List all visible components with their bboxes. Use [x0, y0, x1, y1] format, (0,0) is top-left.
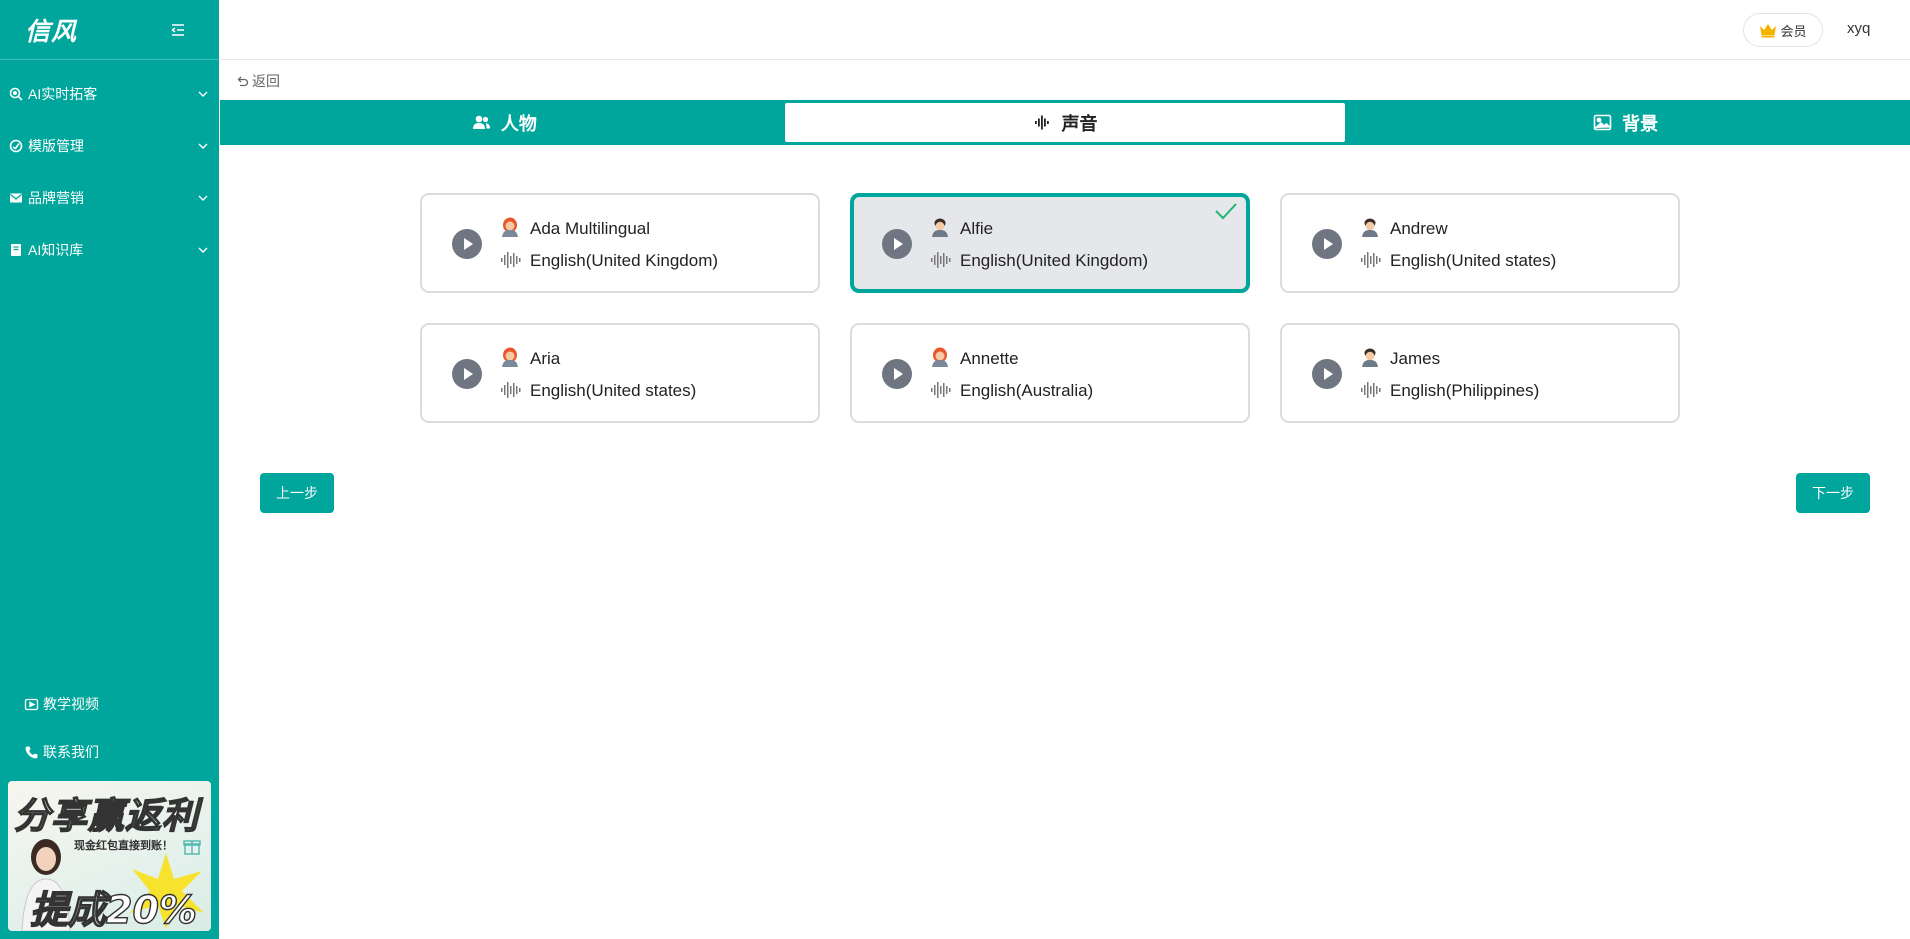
- username[interactable]: xyq: [1847, 20, 1870, 37]
- voice-name: Aria: [530, 349, 561, 368]
- promo-banner[interactable]: 分享赢返利 现金红包直接到账！ 提成20%: [8, 781, 211, 931]
- chevron-down-icon: [198, 143, 208, 149]
- tab-label: 人物: [500, 113, 537, 134]
- tab-character[interactable]: 人物: [224, 103, 785, 142]
- menu-item-ai-prospecting[interactable]: AI实时拓客: [0, 68, 219, 120]
- book-icon: [11, 244, 21, 256]
- next-step-button[interactable]: 下一步: [1796, 473, 1870, 513]
- menu-label: AI知识库: [28, 242, 84, 258]
- vip-membership-button[interactable]: 会员: [1743, 13, 1823, 47]
- voice-card-annette[interactable]: Annette English(Australia): [850, 323, 1250, 423]
- tab-label: 背景: [1622, 113, 1659, 134]
- waveform-icon: [1034, 115, 1049, 130]
- voice-language: English(United states): [530, 381, 697, 400]
- voice-language: English(Philippines): [1390, 381, 1540, 400]
- female-avatar-icon: [502, 347, 518, 367]
- voice-card-ada-multilingual[interactable]: Ada Multilingual English(United Kingdom): [420, 193, 820, 293]
- male-avatar-icon: [1362, 348, 1378, 367]
- logo-row: 信风: [0, 0, 219, 60]
- play-button[interactable]: [882, 359, 912, 389]
- chevron-down-icon: [198, 247, 208, 253]
- play-button[interactable]: [452, 229, 482, 259]
- back-link[interactable]: 返回: [236, 71, 280, 91]
- voice-card-alfie[interactable]: Alfie English(United Kingdom): [850, 193, 1250, 293]
- chevron-down-icon: [198, 91, 208, 97]
- tab-label: 声音: [1061, 113, 1098, 134]
- step-tabs: 人物 声音 背景: [220, 100, 1910, 145]
- video-icon: [24, 698, 39, 710]
- voice-language: English(United states): [1390, 251, 1557, 270]
- sidebar: 信风 AI实时拓客 模版管理 品牌营销 AI知识库 教学视频 联系我们 分享赢返…: [0, 0, 219, 939]
- image-icon: [1593, 114, 1612, 131]
- audio-wave-icon: [931, 252, 951, 268]
- voice-name: James: [1390, 349, 1441, 368]
- search-target-icon: [9, 87, 23, 101]
- menu-item-template-management[interactable]: 模版管理: [0, 120, 219, 172]
- chevron-down-icon: [198, 195, 208, 201]
- menu-label: 模版管理: [28, 138, 84, 154]
- play-button[interactable]: [882, 229, 912, 259]
- female-avatar-icon: [932, 347, 948, 367]
- audio-wave-icon: [1361, 382, 1381, 398]
- voice-card-aria[interactable]: Aria English(United states): [420, 323, 820, 423]
- menu-label: 品牌营销: [28, 190, 84, 206]
- voice-name: Ada Multilingual: [530, 219, 651, 238]
- contact-us-label: 联系我们: [43, 744, 99, 760]
- play-button[interactable]: [1312, 229, 1342, 259]
- checkmark-icon: [1215, 203, 1237, 220]
- voice-card-andrew[interactable]: Andrew English(United states): [1280, 193, 1680, 293]
- tutorial-video-label: 教学视频: [43, 696, 99, 712]
- audio-wave-icon: [501, 382, 521, 398]
- female-avatar-icon: [502, 217, 518, 237]
- undo-icon: [237, 76, 249, 86]
- top-header: 会员 xyq: [219, 0, 1910, 60]
- voice-name: Annette: [960, 349, 1019, 368]
- tutorial-video-link[interactable]: 教学视频: [0, 680, 219, 728]
- prev-step-button[interactable]: 上一步: [260, 473, 334, 513]
- sidebar-bottom-links: 教学视频 联系我们: [0, 680, 219, 776]
- menu-label: AI实时拓客: [28, 86, 98, 102]
- audio-wave-icon: [501, 252, 521, 268]
- mail-icon: [10, 193, 22, 203]
- menu-item-brand-marketing[interactable]: 品牌营销: [0, 172, 219, 224]
- contact-us-link[interactable]: 联系我们: [0, 728, 219, 776]
- tab-background[interactable]: 背景: [1345, 103, 1906, 142]
- voice-name: Andrew: [1390, 219, 1448, 238]
- back-label: 返回: [252, 73, 280, 89]
- menu-collapse-icon[interactable]: [169, 21, 187, 39]
- sidebar-menu: AI实时拓客 模版管理 品牌营销 AI知识库: [0, 68, 219, 276]
- voice-language: English(Australia): [960, 381, 1094, 400]
- male-avatar-icon: [1362, 218, 1378, 237]
- voice-language: English(United Kingdom): [960, 251, 1149, 270]
- voice-card-james[interactable]: James English(Philippines): [1280, 323, 1680, 423]
- phone-icon: [25, 746, 38, 758]
- menu-item-ai-knowledge-base[interactable]: AI知识库: [0, 224, 219, 276]
- users-icon: [472, 115, 490, 129]
- gauge-icon: [9, 139, 23, 153]
- voice-language: English(United Kingdom): [530, 251, 719, 270]
- promo-rate: 提成20%: [29, 887, 197, 931]
- app-logo: 信风: [25, 17, 78, 46]
- audio-wave-icon: [1361, 252, 1381, 268]
- play-button[interactable]: [1312, 359, 1342, 389]
- tab-voice[interactable]: 声音: [784, 103, 1346, 142]
- crown-icon: [1760, 24, 1777, 38]
- gift-icon: [183, 840, 201, 855]
- audio-wave-icon: [931, 382, 951, 398]
- play-button[interactable]: [452, 359, 482, 389]
- voice-name: Alfie: [960, 219, 994, 238]
- vip-label: 会员: [1780, 23, 1807, 39]
- male-avatar-icon: [932, 218, 948, 237]
